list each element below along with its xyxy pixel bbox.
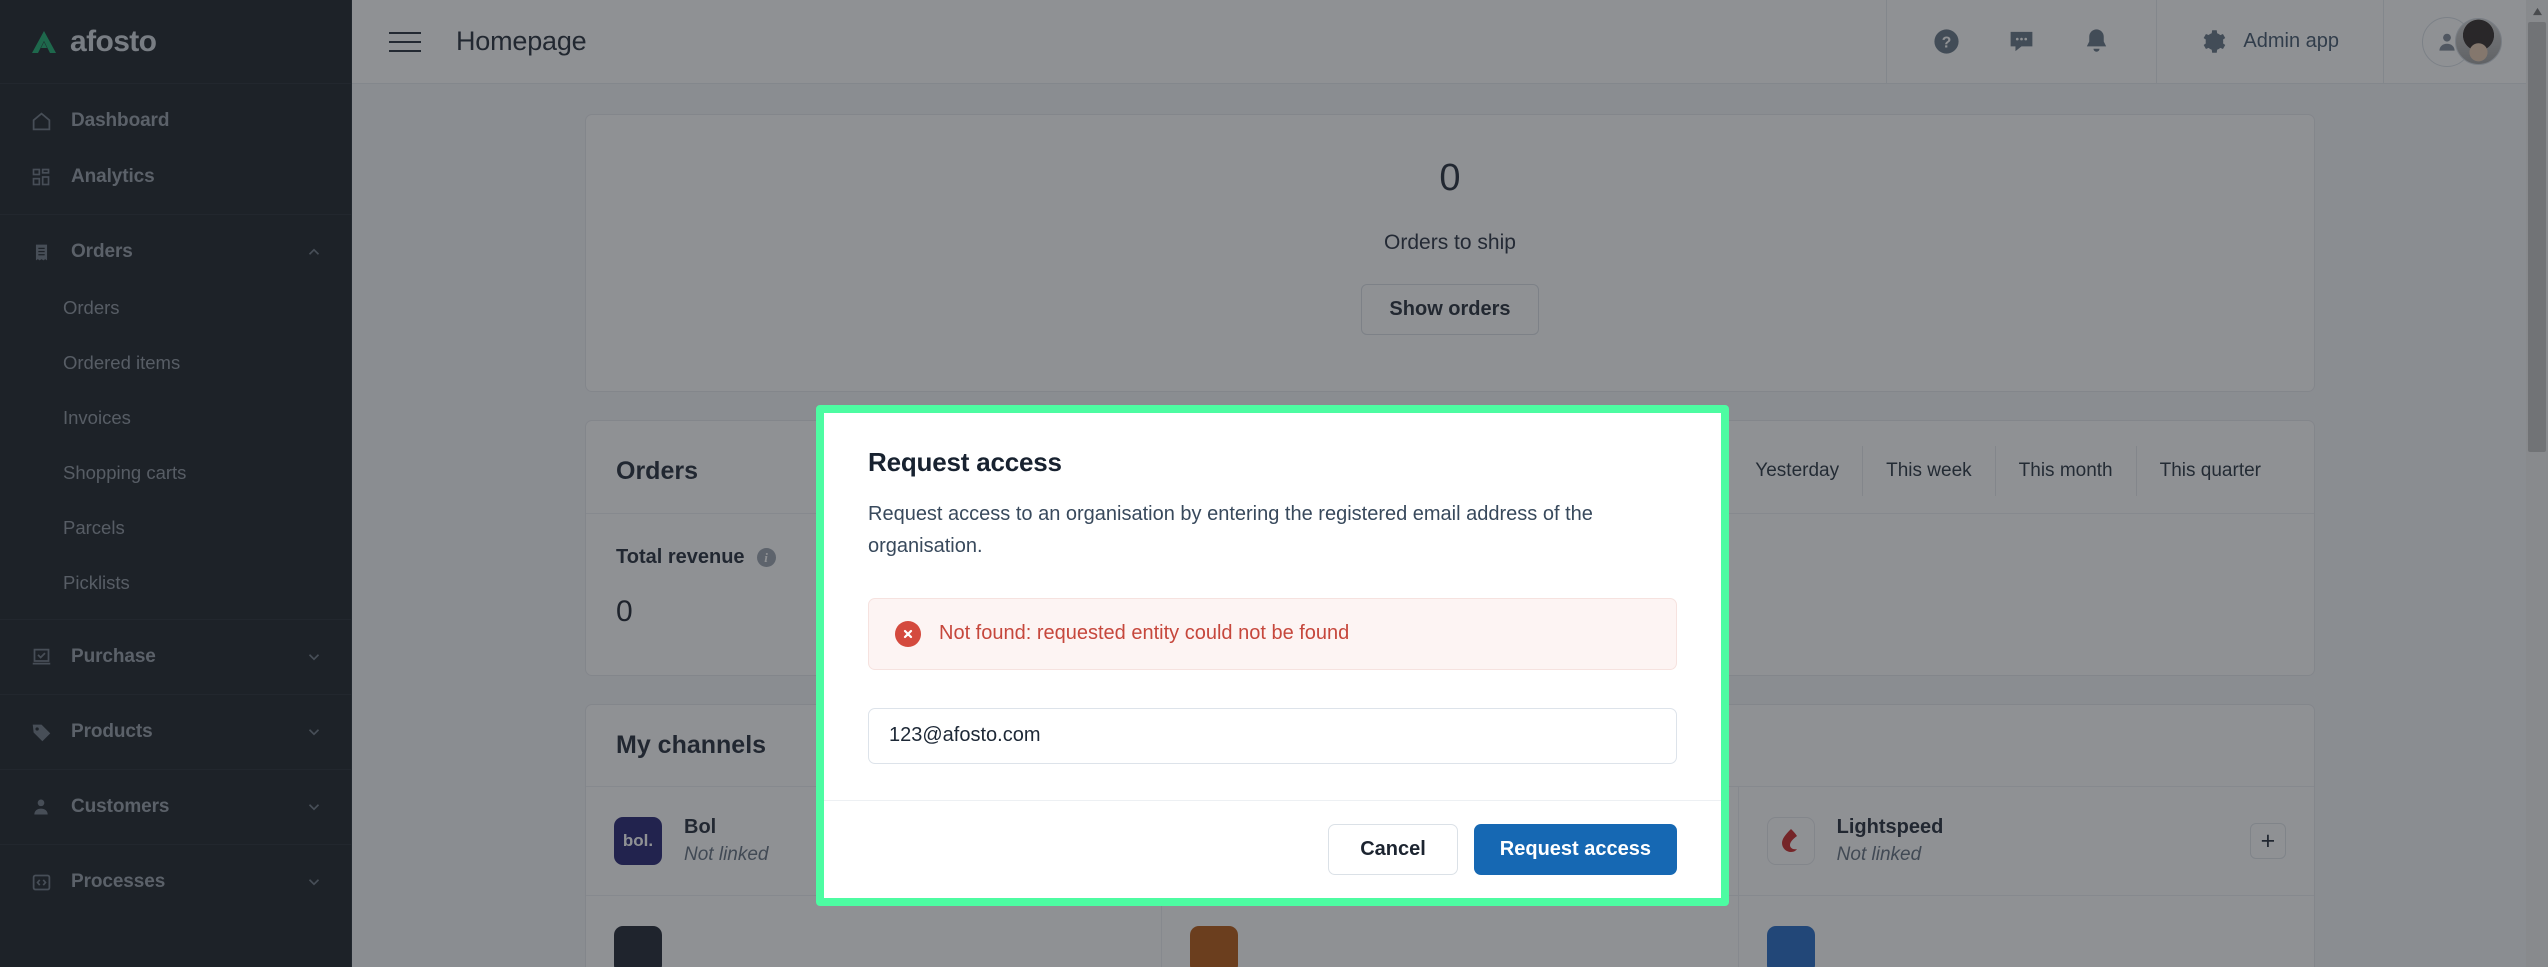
- cancel-button[interactable]: Cancel: [1328, 823, 1458, 875]
- modal-inner: Request access Request access to an orga…: [824, 413, 1721, 898]
- app-root: afosto Dashboard Analytics: [0, 0, 2548, 967]
- error-alert: Not found: requested entity could not be…: [868, 597, 1677, 670]
- error-circle-icon: [895, 620, 921, 647]
- email-input[interactable]: [868, 707, 1677, 764]
- modal-description: Request access to an organisation by ent…: [868, 503, 1593, 558]
- modal-title: Request access: [868, 447, 1062, 477]
- modal-body: Request access Request access to an orga…: [824, 413, 1721, 764]
- request-access-modal: Request access Request access to an orga…: [816, 405, 1729, 906]
- error-alert-text: Not found: requested entity could not be…: [939, 622, 1350, 645]
- request-access-submit-button[interactable]: Request access: [1473, 823, 1677, 875]
- modal-footer: Cancel Request access: [824, 799, 1721, 898]
